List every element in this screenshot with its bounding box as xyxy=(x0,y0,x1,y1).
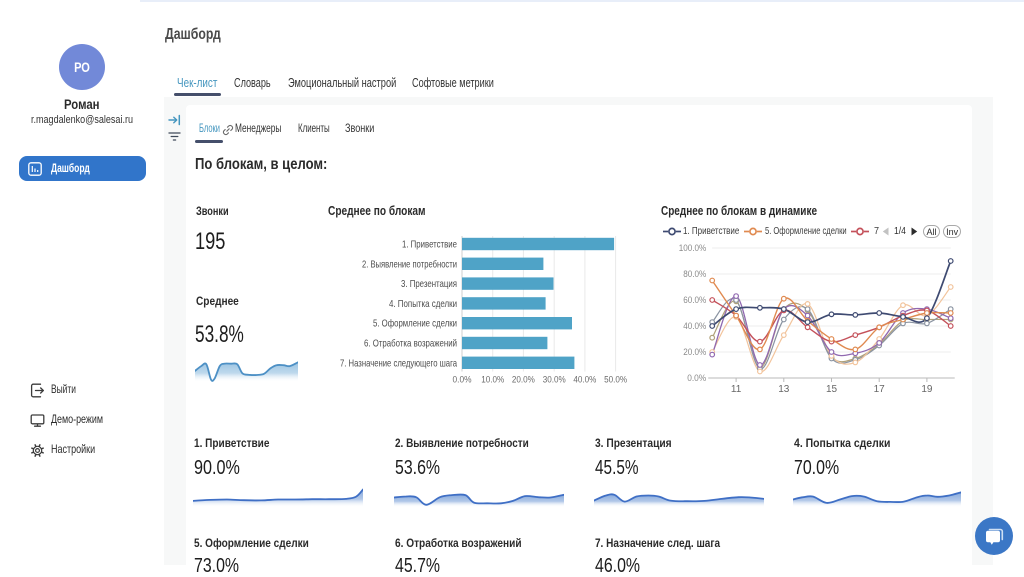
svg-text:60.0%: 60.0% xyxy=(683,295,706,305)
svg-text:30.0%: 30.0% xyxy=(543,375,566,386)
svg-text:7. Назначение следующего шага: 7. Назначение следующего шага xyxy=(340,357,457,369)
svg-text:6. Отработка возражений: 6. Отработка возражений xyxy=(364,338,457,350)
svg-text:40.0%: 40.0% xyxy=(683,321,706,331)
svg-text:40.0%: 40.0% xyxy=(573,375,596,386)
svg-text:19: 19 xyxy=(921,384,933,392)
svg-text:13: 13 xyxy=(778,384,790,392)
svg-text:3. Презентация: 3. Презентация xyxy=(401,278,457,290)
svg-text:50.0%: 50.0% xyxy=(604,375,627,386)
svg-text:5. Оформление сделки: 5. Оформление сделки xyxy=(373,318,457,330)
svg-text:10.0%: 10.0% xyxy=(481,375,504,386)
svg-text:17: 17 xyxy=(874,384,886,392)
svg-text:4. Попытка сделки: 4. Попытка сделки xyxy=(389,298,457,310)
svg-text:11: 11 xyxy=(731,384,742,392)
svg-text:1. Приветствие: 1. Приветствие xyxy=(402,239,457,251)
svg-text:15: 15 xyxy=(826,384,838,392)
svg-text:20.0%: 20.0% xyxy=(512,375,535,386)
svg-text:100.0%: 100.0% xyxy=(679,243,707,253)
svg-text:2. Выявление потребности: 2. Выявление потребности xyxy=(362,258,457,270)
svg-text:80.0%: 80.0% xyxy=(683,269,706,279)
svg-text:20.0%: 20.0% xyxy=(683,347,706,357)
svg-text:0.0%: 0.0% xyxy=(453,375,472,386)
svg-text:0.0%: 0.0% xyxy=(687,373,706,383)
